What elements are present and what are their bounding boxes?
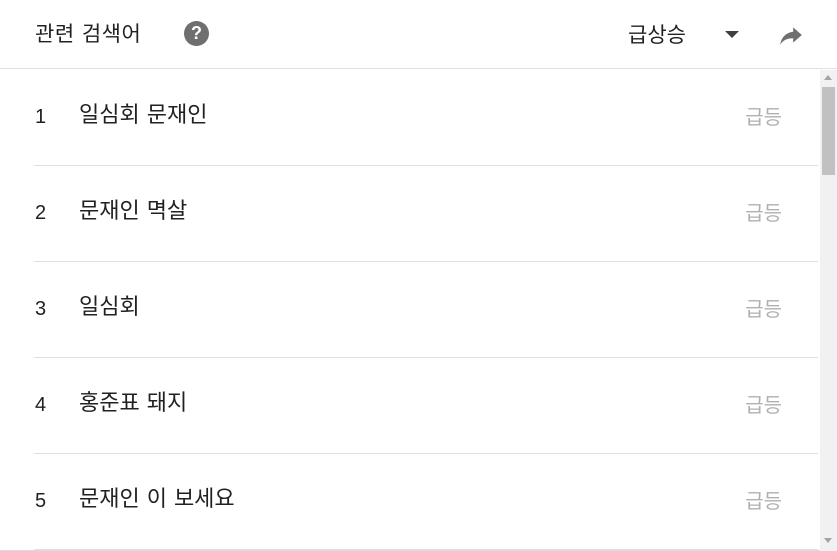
item-rank: 2 bbox=[35, 202, 47, 224]
related-queries-list: 1 일심회 문재인 급등 2 문재인 멱살 급등 3 일심회 급등 4 홍준표 … bbox=[0, 70, 820, 551]
dropdown-triangle-icon bbox=[725, 31, 739, 38]
item-rank: 1 bbox=[35, 106, 47, 128]
item-query[interactable]: 일심회 bbox=[79, 294, 140, 322]
list-item[interactable]: 5 문재인 이 보세요 급등 bbox=[34, 454, 818, 550]
list-item[interactable]: 2 문재인 멱살 급등 bbox=[34, 166, 818, 262]
item-query[interactable]: 문재인 이 보세요 bbox=[79, 486, 235, 514]
sort-dropdown-label: 급상승 bbox=[628, 23, 686, 47]
widget-title: 관련 검색어 bbox=[35, 22, 142, 46]
scrollbar-thumb[interactable] bbox=[822, 87, 835, 175]
item-value: 급등 bbox=[745, 297, 782, 321]
item-query[interactable]: 문재인 멱살 bbox=[79, 198, 187, 226]
help-icon[interactable]: ? bbox=[184, 21, 209, 46]
item-rank: 3 bbox=[35, 298, 47, 320]
scroll-up-arrow-icon[interactable] bbox=[824, 75, 832, 80]
item-value: 급등 bbox=[745, 201, 782, 225]
item-value: 급등 bbox=[745, 105, 782, 129]
scroll-down-arrow-icon[interactable] bbox=[824, 538, 832, 543]
item-value: 급등 bbox=[745, 393, 782, 417]
list-item[interactable]: 4 홍준표 돼지 급등 bbox=[34, 358, 818, 454]
vertical-scrollbar[interactable] bbox=[820, 70, 837, 551]
item-query[interactable]: 홍준표 돼지 bbox=[79, 390, 187, 418]
related-queries-widget: 관련 검색어 ? 급상승 1 일심회 문재인 급등 2 문재인 멱살 급등 3 … bbox=[0, 0, 837, 551]
item-rank: 4 bbox=[35, 394, 47, 416]
item-value: 급등 bbox=[745, 489, 782, 513]
list-item[interactable]: 3 일심회 급등 bbox=[34, 262, 818, 358]
list-item[interactable]: 1 일심회 문재인 급등 bbox=[34, 70, 818, 166]
share-icon[interactable] bbox=[776, 22, 806, 48]
item-query[interactable]: 일심회 문재인 bbox=[79, 102, 207, 130]
sort-dropdown[interactable]: 급상승 bbox=[628, 19, 739, 51]
widget-header: 관련 검색어 ? 급상승 bbox=[0, 0, 837, 69]
item-rank: 5 bbox=[35, 490, 47, 512]
